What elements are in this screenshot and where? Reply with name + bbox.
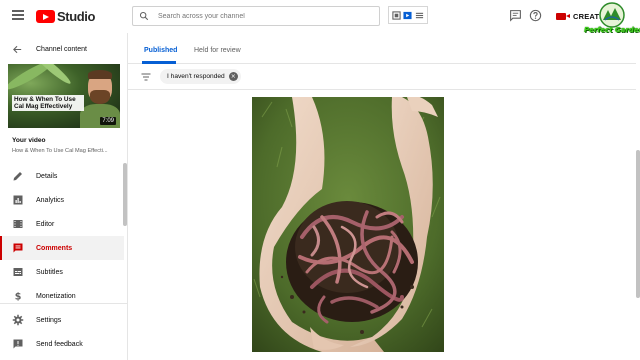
analytics-icon <box>13 195 23 205</box>
close-icon[interactable]: × <box>228 72 238 81</box>
sidebar-item-settings[interactable]: Settings <box>0 308 124 332</box>
arrow-back-icon[interactable] <box>12 44 23 55</box>
sidebar-nav: Details Analytics Editor Comments Subtit… <box>0 164 124 308</box>
your-video-label: Your video <box>12 137 46 144</box>
video-thumbnail[interactable]: How & When To Use Cal Mag Effectively 7:… <box>8 64 120 128</box>
sidebar-divider <box>0 303 127 304</box>
sidebar-item-label: Monetization <box>36 292 76 300</box>
sidebar-item-analytics[interactable]: Analytics <box>0 188 124 212</box>
grid-view-icon[interactable] <box>392 10 401 20</box>
logo-text: Studio <box>57 9 96 24</box>
search-icon[interactable] <box>133 7 155 25</box>
back-label: Channel content <box>36 45 87 53</box>
thumbnail-title: How & When To Use Cal Mag Effectively <box>12 95 84 112</box>
sidebar-item-monetization[interactable]: $ Monetization <box>0 284 124 308</box>
comments-tabs: Published Held for review <box>128 33 636 64</box>
search-bar[interactable] <box>132 6 380 26</box>
filter-chip-label: I haven't responded <box>167 73 225 80</box>
camera-icon <box>556 12 570 20</box>
feedback-icon[interactable] <box>509 9 522 22</box>
menu-icon[interactable] <box>12 10 24 22</box>
sidebar-item-details[interactable]: Details <box>0 164 124 188</box>
video-duration: 7:09 <box>100 117 116 125</box>
subtitles-icon <box>13 268 23 276</box>
help-icon[interactable] <box>529 9 542 22</box>
search-input[interactable] <box>158 12 368 20</box>
sidebar-item-label: Send feedback <box>36 340 83 348</box>
comment-icon <box>13 243 23 253</box>
view-toggle[interactable] <box>388 6 428 24</box>
youtube-play-icon <box>36 10 55 23</box>
studio-logo[interactable]: Studio <box>36 9 95 24</box>
tab-held-for-review[interactable]: Held for review <box>194 47 241 54</box>
filter-chip[interactable]: I haven't responded × <box>160 69 241 84</box>
top-header: Studio CREATE Perfect Gardens <box>0 0 640 34</box>
list-view-icon[interactable] <box>415 11 424 20</box>
dollar-icon: $ <box>15 292 22 303</box>
back-to-channel-content[interactable]: Channel content <box>0 39 128 59</box>
svg-text:$: $ <box>15 292 22 303</box>
sidebar-item-label: Editor <box>36 220 55 228</box>
filter-icon[interactable] <box>140 71 152 83</box>
sidebar-item-label: Comments <box>36 244 73 252</box>
gear-icon <box>12 314 24 326</box>
video-name: How & When To Use Cal Mag Effecti... <box>12 148 108 154</box>
sidebar-item-label: Analytics <box>36 196 65 204</box>
feedback-icon <box>13 339 23 349</box>
sidebar-item-comments[interactable]: Comments <box>0 236 124 260</box>
sidebar-scrollbar[interactable] <box>123 163 127 226</box>
sidebar-item-editor[interactable]: Editor <box>0 212 124 236</box>
film-icon <box>13 220 23 228</box>
sidebar-item-label: Details <box>36 172 58 180</box>
filter-bar: I haven't responded × <box>128 64 636 90</box>
tab-published[interactable]: Published <box>144 47 177 54</box>
sidebar-item-label: Settings <box>36 316 62 324</box>
sidebar-item-label: Subtitles <box>36 268 63 276</box>
worms-in-hands-image <box>252 97 444 352</box>
sidebar-bottom-nav: Settings Send feedback <box>0 308 124 356</box>
main-scrollbar[interactable] <box>636 150 640 298</box>
sidebar-item-send-feedback[interactable]: Send feedback <box>0 332 124 356</box>
video-view-icon[interactable] <box>403 11 413 20</box>
pencil-icon <box>13 172 22 181</box>
sidebar-item-subtitles[interactable]: Subtitles <box>0 260 124 284</box>
yt-studio-app: Studio CREATE Perfect Gardens <box>0 0 640 360</box>
left-sidebar: Channel content How & When To Use Cal Ma… <box>0 33 128 360</box>
